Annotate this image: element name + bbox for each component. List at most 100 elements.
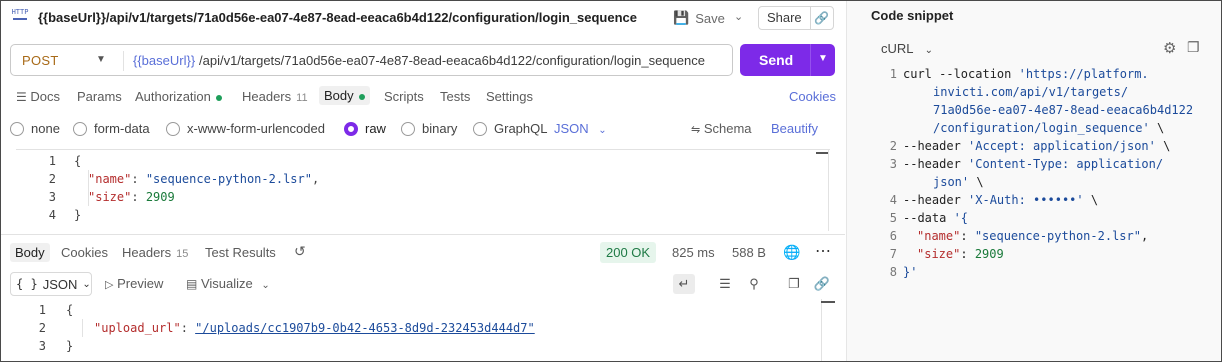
chevron-down-icon: ⌄ [261,280,270,291]
tab-authorization[interactable]: Authorization [135,89,222,104]
url-variable[interactable]: {{baseUrl}} [133,53,195,68]
line-number: 5 [889,211,897,225]
method-chevron-down-icon[interactable]: ▼ [96,54,106,65]
code-line: --header 'X-Auth: ••••••' \ [903,193,1098,207]
request-title[interactable]: {{baseUrl}}/api/v1/targets/71a0d56e-ea07… [38,10,637,25]
send-divider [810,44,811,76]
tab-response-cookies[interactable]: Cookies [61,245,108,260]
copy-link-icon[interactable]: 🔗 [809,7,833,29]
visualize-button[interactable]: ▤ Visualize ⌄ [186,276,270,291]
code-line: /configuration/login_sequence' \ [933,121,1164,135]
tab-body[interactable]: Body [319,86,370,105]
preview-button[interactable]: ▷ Preview [105,276,163,291]
line-number: 2 [889,139,897,153]
status-badge[interactable]: 200 OK [600,242,657,263]
history-icon[interactable]: ↺ [294,243,306,260]
radio-icon [73,121,87,136]
schema-button[interactable]: ⇋ Schema [691,121,752,136]
code-string: 'https://platform. [1018,67,1149,81]
json-key: "name" [88,172,132,186]
url-input[interactable]: /api/v1/targets/71a0d56e-ea07-4e87-8ead-… [199,53,705,68]
gear-icon[interactable]: ⚙ [1163,39,1176,57]
request-title-bar: HTTP {{baseUrl}}/api/v1/targets/71a0d56e… [1,1,845,33]
filter-icon[interactable]: ☰ [714,274,736,294]
body-mode-options: none form-data x-www-form-urlencoded raw… [1,119,845,141]
tab-headers[interactable]: Headers 11 [242,89,308,104]
tab-settings[interactable]: Settings [486,89,533,104]
tab-test-results[interactable]: Test Results [205,245,276,260]
play-icon: ▷ [105,279,114,291]
tab-scripts[interactable]: Scripts [384,89,424,104]
code-open-brace: { [66,303,74,317]
body-mode-binary[interactable]: binary [401,121,457,136]
pane-divider[interactable] [1,234,845,235]
code-text: --header [903,157,969,171]
share-button[interactable]: Share [759,7,810,29]
body-mode-graphql[interactable]: GraphQL [473,121,547,136]
tab-response-headers[interactable]: Headers 15 [122,245,188,260]
response-format-select[interactable]: { } JSON ⌄ [10,272,92,296]
body-mode-urlencoded[interactable]: x-www-form-urlencoded [166,121,325,136]
code-close-brace: } [66,339,74,353]
beautify-button[interactable]: Beautify [771,121,818,136]
code-line: --data '{ [903,211,968,225]
headers-count: 11 [296,92,308,104]
upload-url-link[interactable]: "/uploads/cc1907b9-0b42-4653-8d9d-232453… [195,321,535,335]
search-icon[interactable]: ⚲ [743,274,765,294]
radio-icon [10,121,24,136]
code-text: , [1140,229,1149,243]
cookies-link[interactable]: Cookies [789,89,836,104]
code-close-brace: } [74,208,82,222]
save-label: Save [695,10,725,26]
code-text: : [960,229,975,243]
body-mode-raw[interactable]: raw [344,121,386,136]
image-icon: ▤ [186,277,198,291]
tab-tests[interactable]: Tests [440,89,470,104]
response-scroll-thumb[interactable] [821,301,835,303]
editor-scrollbar[interactable] [828,149,829,231]
tab-label: Headers [242,89,292,104]
response-toolbar: { } JSON ⌄ ▷ Preview ▤ Visualize ⌄ ↵ ☰ ⚲… [1,271,845,297]
option-label: binary [422,121,458,136]
chevron-down-icon: ⌄ [924,45,934,56]
tab-label: Docs [30,89,61,104]
request-body-editor[interactable]: 1 2 3 4 { "name": "sequence-python-2.lsr… [16,149,830,231]
code-text: \ [1149,121,1165,135]
option-label: none [31,121,60,136]
editor-scroll-thumb[interactable] [816,152,828,154]
request-tabs: ☰ Docs Params Authorization Headers 11 Bo… [1,85,845,109]
save-options-chevron-icon[interactable]: ⌄ [734,10,743,23]
response-body-viewer[interactable]: 1 2 3 { "upload_url": "/uploads/cc1907b9… [16,299,826,361]
code-line: curl --location 'https://platform. [903,67,1149,81]
tab-docs[interactable]: ☰ Docs [16,89,60,104]
format-label: JSON [42,276,78,292]
copy-icon[interactable]: ❐ [1187,39,1200,56]
method-select[interactable]: POST [22,53,59,68]
tab-response-body[interactable]: Body [10,243,50,262]
body-mode-none[interactable]: none [10,121,60,136]
body-format-select[interactable]: JSON ⌄ [554,121,607,136]
copy-icon[interactable]: ❐ [783,274,805,294]
code-string: 'Accept: application/json' [968,139,1156,153]
more-options-icon[interactable]: ⋯ [815,241,832,261]
body-mode-form-data[interactable]: form-data [73,121,150,136]
line-number: 8 [889,265,897,279]
response-scrollbar[interactable] [821,299,822,361]
network-globe-icon[interactable]: 🌐 [783,244,800,261]
line-number: 3 [48,190,56,204]
code-snippet-title: Code snippet [871,8,954,23]
code-text: --data [903,211,954,225]
send-chevron-down-icon[interactable]: ▼ [818,53,828,64]
request-pane: HTTP {{baseUrl}}/api/v1/targets/71a0d56e… [1,1,845,361]
snippet-language-select[interactable]: cURL ⌄ [881,41,933,56]
tab-params[interactable]: Params [77,89,122,104]
wrap-lines-icon[interactable]: ↵ [673,274,695,294]
save-button[interactable]: 💾 Save [673,7,725,29]
line-number: 1 [48,154,56,168]
response-time[interactable]: 825 ms [672,245,715,260]
link-icon[interactable]: 🔗 [811,274,833,294]
response-size[interactable]: 588 B [732,245,766,260]
send-label: Send [759,52,794,68]
send-button[interactable]: Send ▼ [740,44,835,76]
code-line: "name": "sequence-python-2.lsr", [88,172,320,186]
